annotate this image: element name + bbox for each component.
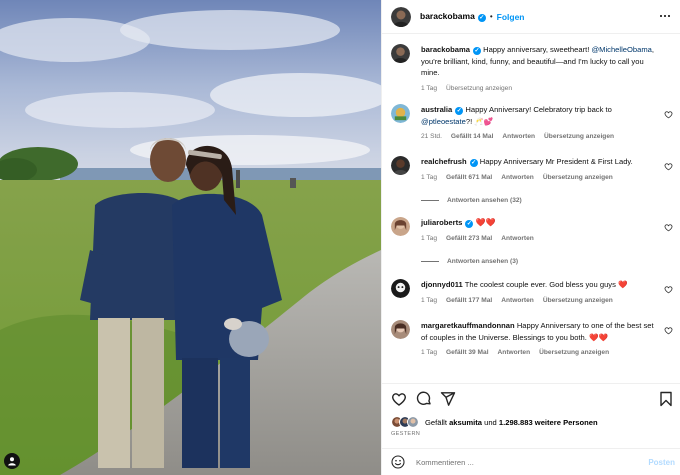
paper-plane-icon[interactable] — [440, 391, 456, 407]
comment-item: realchefrush ✓ Happy Anniversary Mr Presi… — [391, 156, 673, 204]
comment-username[interactable]: margaretkauffmandonnan — [421, 321, 515, 330]
like-comment-heart-icon[interactable] — [664, 285, 673, 294]
post-date[interactable]: GESTERN — [391, 431, 420, 437]
comments-list[interactable]: barackobama ✓ Happy anniversary, sweethea… — [382, 35, 680, 383]
comment-likes[interactable]: Gefällt 39 Mal — [446, 349, 489, 356]
avatar[interactable] — [391, 44, 410, 63]
post-caption: barackobama ✓ Happy anniversary, sweethea… — [391, 44, 673, 94]
like-comment-heart-icon[interactable] — [664, 110, 673, 119]
comment-text: Happy Anniversary! Celebratory trip back… — [465, 105, 612, 114]
mention-link[interactable]: @ptleoestate — [421, 117, 466, 126]
translate-link[interactable]: Übersetzung anzeigen — [543, 297, 613, 304]
post-photo-image — [0, 0, 381, 475]
avatar[interactable] — [391, 156, 410, 175]
comment-item: australia ✓ Happy Anniversary! Celebrator… — [391, 104, 673, 143]
verified-badge-icon: ✓ — [469, 159, 478, 167]
comment-likes[interactable]: Gefällt 177 Mal — [446, 297, 492, 304]
comment-username[interactable]: juliaroberts ✓ — [421, 218, 474, 228]
comment-text: ❤️❤️ — [475, 218, 496, 227]
reply-button[interactable]: Antworten — [501, 174, 534, 181]
comment-icon[interactable] — [416, 391, 432, 407]
user-tag-icon[interactable] — [4, 453, 20, 469]
comment-likes[interactable]: Gefällt 671 Mal — [446, 174, 492, 181]
reply-button[interactable]: Antworten — [498, 349, 531, 356]
translate-link[interactable]: Übersetzung anzeigen — [539, 349, 609, 356]
post-author-username[interactable]: barackobama ✓ — [420, 11, 486, 22]
liker-avatars — [391, 416, 419, 428]
post-header: barackobama ✓ • Folgen — [382, 0, 680, 34]
follow-button[interactable]: Folgen — [497, 12, 525, 22]
avatar[interactable] — [391, 217, 410, 236]
comment-composer: Posten — [382, 448, 680, 475]
reply-button[interactable]: Antworten — [501, 235, 534, 242]
comment-time[interactable]: 21 Std. — [421, 133, 442, 140]
comment-item: margaretkauffmandonnan Happy Anniversary… — [391, 320, 673, 359]
reply-button[interactable]: Antworten — [501, 297, 534, 304]
verified-badge-icon: ✓ — [455, 107, 464, 115]
comment-text: The coolest couple ever. God bless you g… — [464, 280, 628, 289]
like-comment-heart-icon[interactable] — [664, 326, 673, 335]
mention-link[interactable]: @MichelleObama — [591, 45, 651, 54]
verified-badge-icon: ✓ — [472, 47, 481, 55]
post-side-panel: barackobama ✓ • Folgen barackobama ✓ Happy… — [381, 0, 680, 475]
post-comment-button[interactable]: Posten — [648, 458, 675, 467]
comment-likes[interactable]: Gefällt 273 Mal — [446, 235, 492, 242]
likes-text: Gefällt aksumita und 1.298.883 weitere P… — [425, 417, 598, 427]
comment-likes[interactable]: Gefällt 14 Mal — [451, 133, 494, 140]
comment-input[interactable] — [416, 457, 636, 467]
smiley-icon[interactable] — [391, 455, 405, 469]
comment-username[interactable]: realchefrush ✓ — [421, 157, 478, 167]
caption-text: Happy anniversary, sweetheart! — [483, 45, 592, 54]
comment-item: juliaroberts ✓ ❤️❤️ 1 Tag Gefällt 273 Mal A… — [391, 217, 673, 265]
liker-username[interactable]: aksumita — [449, 418, 482, 427]
translate-link[interactable]: Übersetzung anzeigen — [446, 85, 512, 92]
post-action-bar — [382, 383, 680, 413]
heart-icon[interactable] — [391, 391, 407, 407]
likes-summary[interactable]: Gefällt aksumita und 1.298.883 weitere P… — [391, 414, 598, 430]
post-photo[interactable] — [0, 0, 381, 475]
translate-link[interactable]: Übersetzung anzeigen — [544, 133, 614, 140]
comment-text-end: ?! 🥂💕 — [465, 116, 494, 126]
avatar[interactable] — [391, 320, 410, 339]
like-comment-heart-icon[interactable] — [664, 162, 673, 171]
comment-time[interactable]: 1 Tag — [421, 85, 437, 92]
avatar — [407, 416, 419, 428]
comment-text: Happy Anniversary Mr President & First L… — [479, 157, 633, 166]
like-comment-heart-icon[interactable] — [664, 223, 673, 232]
avatar[interactable] — [391, 104, 410, 123]
reply-button[interactable]: Antworten — [502, 133, 535, 140]
comment-time[interactable]: 1 Tag — [421, 235, 437, 242]
verified-badge-icon: ✓ — [477, 14, 486, 22]
view-replies-button[interactable]: Antworten ansehen (3) — [421, 258, 673, 265]
caption-username[interactable]: barackobama ✓ — [421, 45, 481, 55]
comment-time[interactable]: 1 Tag — [421, 297, 437, 304]
translate-link[interactable]: Übersetzung anzeigen — [543, 174, 613, 181]
verified-badge-icon: ✓ — [465, 220, 474, 228]
comment-time[interactable]: 1 Tag — [421, 349, 437, 356]
comment-username[interactable]: djonnyd011 — [421, 280, 463, 289]
view-replies-button[interactable]: Antworten ansehen (32) — [421, 197, 673, 204]
bookmark-icon[interactable] — [658, 391, 674, 407]
comment-username[interactable]: australia ✓ — [421, 105, 464, 115]
avatar[interactable] — [391, 279, 410, 298]
avatar[interactable] — [391, 6, 411, 27]
comment-time[interactable]: 1 Tag — [421, 174, 437, 181]
more-horizontal-icon[interactable] — [658, 9, 672, 23]
separator-dot: • — [489, 12, 493, 21]
likes-count[interactable]: 1.298.883 weitere Personen — [499, 418, 598, 427]
comment-item: djonnyd011 The coolest couple ever. God … — [391, 279, 673, 306]
